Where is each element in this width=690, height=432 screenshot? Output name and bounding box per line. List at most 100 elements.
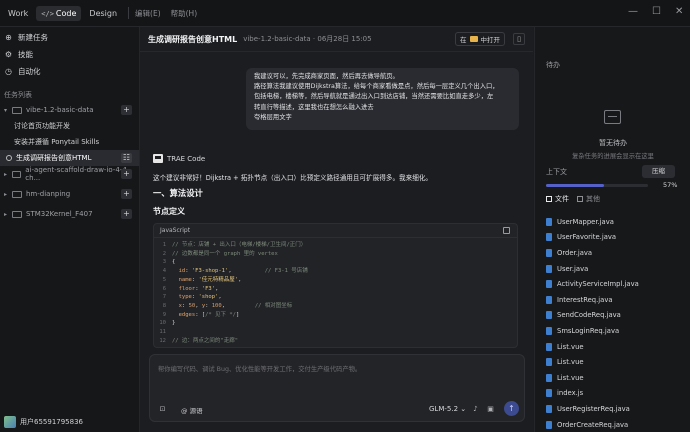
project-label: STM32Kernel_F407: [26, 210, 93, 218]
menu-help[interactable]: 帮助(H): [171, 8, 198, 19]
file-item[interactable]: Order.java: [546, 245, 639, 261]
task-label: 安装并遵循 Ponytail Skills: [14, 138, 100, 146]
file-name: List.vue: [557, 358, 584, 367]
open-in-label: 中打开: [480, 36, 501, 44]
panel-toggle-icon[interactable]: ▯: [513, 33, 525, 45]
file-icon: [546, 404, 552, 413]
minimize-icon[interactable]: —: [628, 6, 638, 17]
mode-work-tab[interactable]: Work: [3, 6, 33, 21]
file-item[interactable]: SmsLoginReq.java: [546, 323, 639, 339]
file-icon: [546, 389, 552, 398]
close-icon[interactable]: ✕: [675, 6, 683, 17]
section-heading: 一、算法设计: [153, 188, 203, 198]
file-icon: [546, 326, 552, 335]
copy-icon[interactable]: [503, 227, 510, 234]
file-name: index.js: [557, 389, 584, 398]
project-item[interactable]: ▸ hm-dianping +: [0, 186, 139, 202]
file-item[interactable]: index.js: [546, 386, 639, 402]
add-task-button[interactable]: +: [121, 169, 132, 179]
sidebar-item-label: 自动化: [18, 67, 41, 76]
file-name: SmsLoginReq.java: [557, 326, 620, 335]
task-item-active[interactable]: 生成调研报告创意HTML ☷: [0, 150, 139, 166]
file-icon: [546, 342, 552, 351]
tab-label: 其他: [586, 195, 600, 203]
context-percent: 57%: [663, 181, 678, 189]
main-panel: 生成调研报告创意HTML vibe-1.2-basic-data · 06月28…: [140, 27, 533, 432]
assistant-intro: 这个建议非常好！Dijkstra + 拓扑节点（出入口）比预定义路径通用且可扩展…: [153, 174, 433, 182]
file-icon: [546, 373, 552, 382]
task-item[interactable]: 安装并遵循 Ponytail Skills: [0, 134, 139, 150]
task-item[interactable]: 讨论首页功能开发: [0, 118, 139, 134]
code-block: JavaScript 1// 节点：店铺 + 出入口（电梯/楼梯/卫生间/正门）…: [153, 223, 518, 348]
automation-icon: ◷: [5, 67, 12, 76]
add-task-button[interactable]: +: [121, 105, 132, 115]
file-name: UserFavorite.java: [557, 233, 617, 242]
avatar: [4, 416, 16, 428]
file-icon: [546, 233, 552, 242]
message-line: 包括电梯，楼梯等，然后导航就是通过出入口到达店铺，当然还需要比如直走多少，左: [254, 93, 494, 101]
divider: [128, 7, 130, 19]
task-label: 生成调研报告创意HTML: [16, 154, 92, 162]
image-icon[interactable]: ▣: [486, 405, 495, 414]
project-item[interactable]: ▸ ai-agent-scaffold-draw-io-4-4-ch... +: [0, 166, 139, 182]
file-item[interactable]: InterestReq.java: [546, 292, 639, 308]
file-item[interactable]: List.vue: [546, 354, 639, 370]
maximize-icon[interactable]: ☐: [652, 6, 661, 17]
empty-title: 暂无待办: [599, 139, 627, 147]
mode-code-tab[interactable]: </> Code: [36, 5, 82, 21]
file-list: UserMapper.java UserFavorite.java Order.ja…: [546, 214, 639, 432]
user-profile[interactable]: 用户65591795836: [0, 412, 140, 432]
message-line: 转直行等描述，这里我也在想怎么融入进去: [254, 103, 374, 111]
file-item[interactable]: UserMapper.java: [546, 214, 639, 230]
trae-logo-icon: [153, 154, 163, 163]
file-icon: [546, 420, 552, 429]
add-task-button[interactable]: +: [121, 209, 132, 219]
file-item[interactable]: ActivityServiceImpl.java: [546, 276, 639, 292]
code-content: 1// 节点：店铺 + 出入口（电梯/楼梯/卫生间/正门） 2// 边数都是同一…: [159, 242, 308, 344]
mode-code-label: Code: [55, 8, 77, 18]
sidebar-item-skills[interactable]: ⚙ 技能: [0, 46, 139, 63]
chat-input-box[interactable]: 帮你编写代码、调试 Bug、优化性能等开发工作，交付生产级代码产物。 ⊡ @ 源…: [149, 354, 525, 422]
model-selector[interactable]: GLM-5.2 ⌄: [429, 405, 466, 413]
sidebar-item-automation[interactable]: ◷ 自动化: [0, 63, 139, 80]
file-name: OrderCreateReq.java: [557, 420, 629, 429]
project-item[interactable]: ▾ vibe-1.2-basic-data +: [0, 102, 139, 118]
chat-input-placeholder[interactable]: 帮你编写代码、调试 Bug、优化性能等开发工作，交付生产级代码产物。: [158, 364, 361, 373]
file-item[interactable]: List.vue: [546, 339, 639, 355]
mode-design-tab[interactable]: Design: [84, 6, 122, 21]
open-in-button[interactable]: 在 中打开: [455, 32, 505, 46]
folder-icon: [12, 210, 22, 218]
assistant-name: TRAE Code: [167, 154, 206, 163]
user-message: 我建议可以，先完成商家页面，然后再去做导航页。 路径算法我建议使用Dijkstr…: [246, 68, 519, 130]
file-icon: [546, 217, 552, 226]
username: 用户65591795836: [20, 418, 83, 426]
mode-selector[interactable]: @ 源语: [181, 405, 203, 415]
new-task-icon: ⊕: [5, 33, 12, 42]
send-button[interactable]: ↑: [504, 401, 519, 416]
task-list-title: 任务列表: [4, 91, 32, 99]
mic-icon[interactable]: ♪: [471, 405, 480, 414]
file-icon: [546, 311, 552, 320]
file-item[interactable]: SendCodeReq.java: [546, 308, 639, 324]
file-item[interactable]: User.java: [546, 261, 639, 277]
message-line: 路径算法我建议使用Dijkstra算法，给每个商家看做是点，然后每一层定义几个出…: [254, 83, 499, 91]
menu-edit[interactable]: 编辑(E): [135, 8, 161, 19]
folder-icon: [11, 170, 22, 178]
attach-icon[interactable]: ⊡: [158, 405, 167, 414]
tab-other[interactable]: 其他: [577, 194, 600, 204]
file-item[interactable]: UserFavorite.java: [546, 230, 639, 246]
file-icon: [546, 358, 552, 367]
add-task-button[interactable]: +: [121, 189, 132, 199]
empty-subtitle: 复杂任务的进展会显示在这里: [572, 153, 654, 160]
task-menu-icon[interactable]: ☷: [121, 153, 132, 163]
model-label: GLM-5.2: [429, 405, 459, 413]
file-item[interactable]: List.vue: [546, 370, 639, 386]
project-item[interactable]: ▸ STM32Kernel_F407 +: [0, 206, 139, 222]
compress-button[interactable]: 压缩: [642, 165, 675, 178]
tab-files[interactable]: 文件: [546, 194, 569, 204]
file-item[interactable]: OrderCreateReq.java: [546, 417, 639, 432]
file-icon: [546, 264, 552, 273]
chat-header: 生成调研报告创意HTML vibe-1.2-basic-data · 06月28…: [140, 27, 533, 52]
sidebar-item-new-task[interactable]: ⊕ 新建任务: [0, 29, 139, 46]
file-item[interactable]: UserRegisterReq.java: [546, 401, 639, 417]
